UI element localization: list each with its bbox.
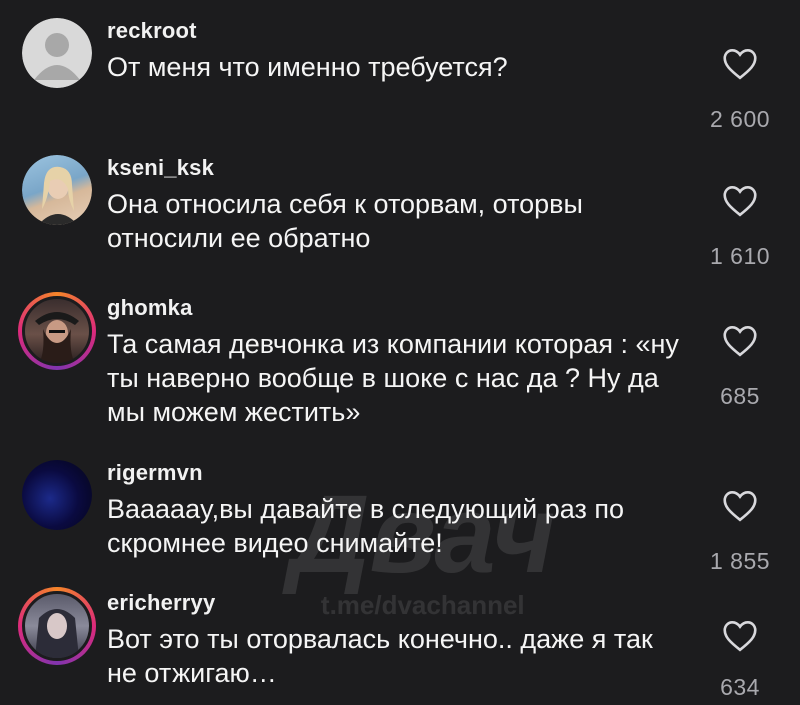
avatar-story-ring[interactable] xyxy=(18,587,96,665)
like-count: 634 xyxy=(720,674,760,700)
heart-icon[interactable] xyxy=(722,185,758,217)
comment-username[interactable]: rigermvn xyxy=(107,460,203,486)
comment-username[interactable]: reckroot xyxy=(107,18,197,44)
like-group: 634 xyxy=(700,620,780,701)
like-count: 685 xyxy=(720,383,760,409)
like-count: 1 855 xyxy=(709,548,771,574)
user-photo xyxy=(22,155,92,225)
user-photo xyxy=(22,296,92,366)
comment-text: Та самая девчонка из компании которая : … xyxy=(107,329,679,427)
avatar[interactable] xyxy=(22,18,92,88)
like-group: 1 855 xyxy=(700,490,780,575)
avatar[interactable] xyxy=(22,155,92,225)
comment-username[interactable]: ericherryy xyxy=(107,590,215,616)
like-group: 685 xyxy=(700,325,780,410)
avatar-story-ring[interactable] xyxy=(18,292,96,370)
watermark-url: t.me/dvachannel xyxy=(320,590,525,620)
heart-icon[interactable] xyxy=(722,620,758,652)
comment-text: Вот это ты оторвалась конечно.. даже я т… xyxy=(107,624,653,688)
like-count: 2 600 xyxy=(709,106,771,132)
comment-username[interactable]: kseni_ksk xyxy=(107,155,214,181)
heart-icon[interactable] xyxy=(722,48,758,80)
comment-text: От меня что именно требуется? xyxy=(107,52,508,82)
like-group: 1 610 xyxy=(700,185,780,270)
comment-text: Она относила себя к оторвам, оторвы отно… xyxy=(107,189,583,253)
default-avatar-icon xyxy=(22,18,92,88)
heart-icon[interactable] xyxy=(722,490,758,522)
comment-text: Ваааааy,вы давайте в следующий раз по ск… xyxy=(107,494,624,558)
avatar[interactable] xyxy=(22,460,92,530)
comments-list: Двач t.me/dvachannel reckroot От меня чт… xyxy=(0,0,800,705)
user-photo xyxy=(22,460,92,530)
like-group: 2 600 xyxy=(700,48,780,133)
comment-username[interactable]: ghomka xyxy=(107,295,193,321)
like-count: 1 610 xyxy=(709,243,771,269)
user-photo xyxy=(22,591,92,661)
heart-icon[interactable] xyxy=(722,325,758,357)
